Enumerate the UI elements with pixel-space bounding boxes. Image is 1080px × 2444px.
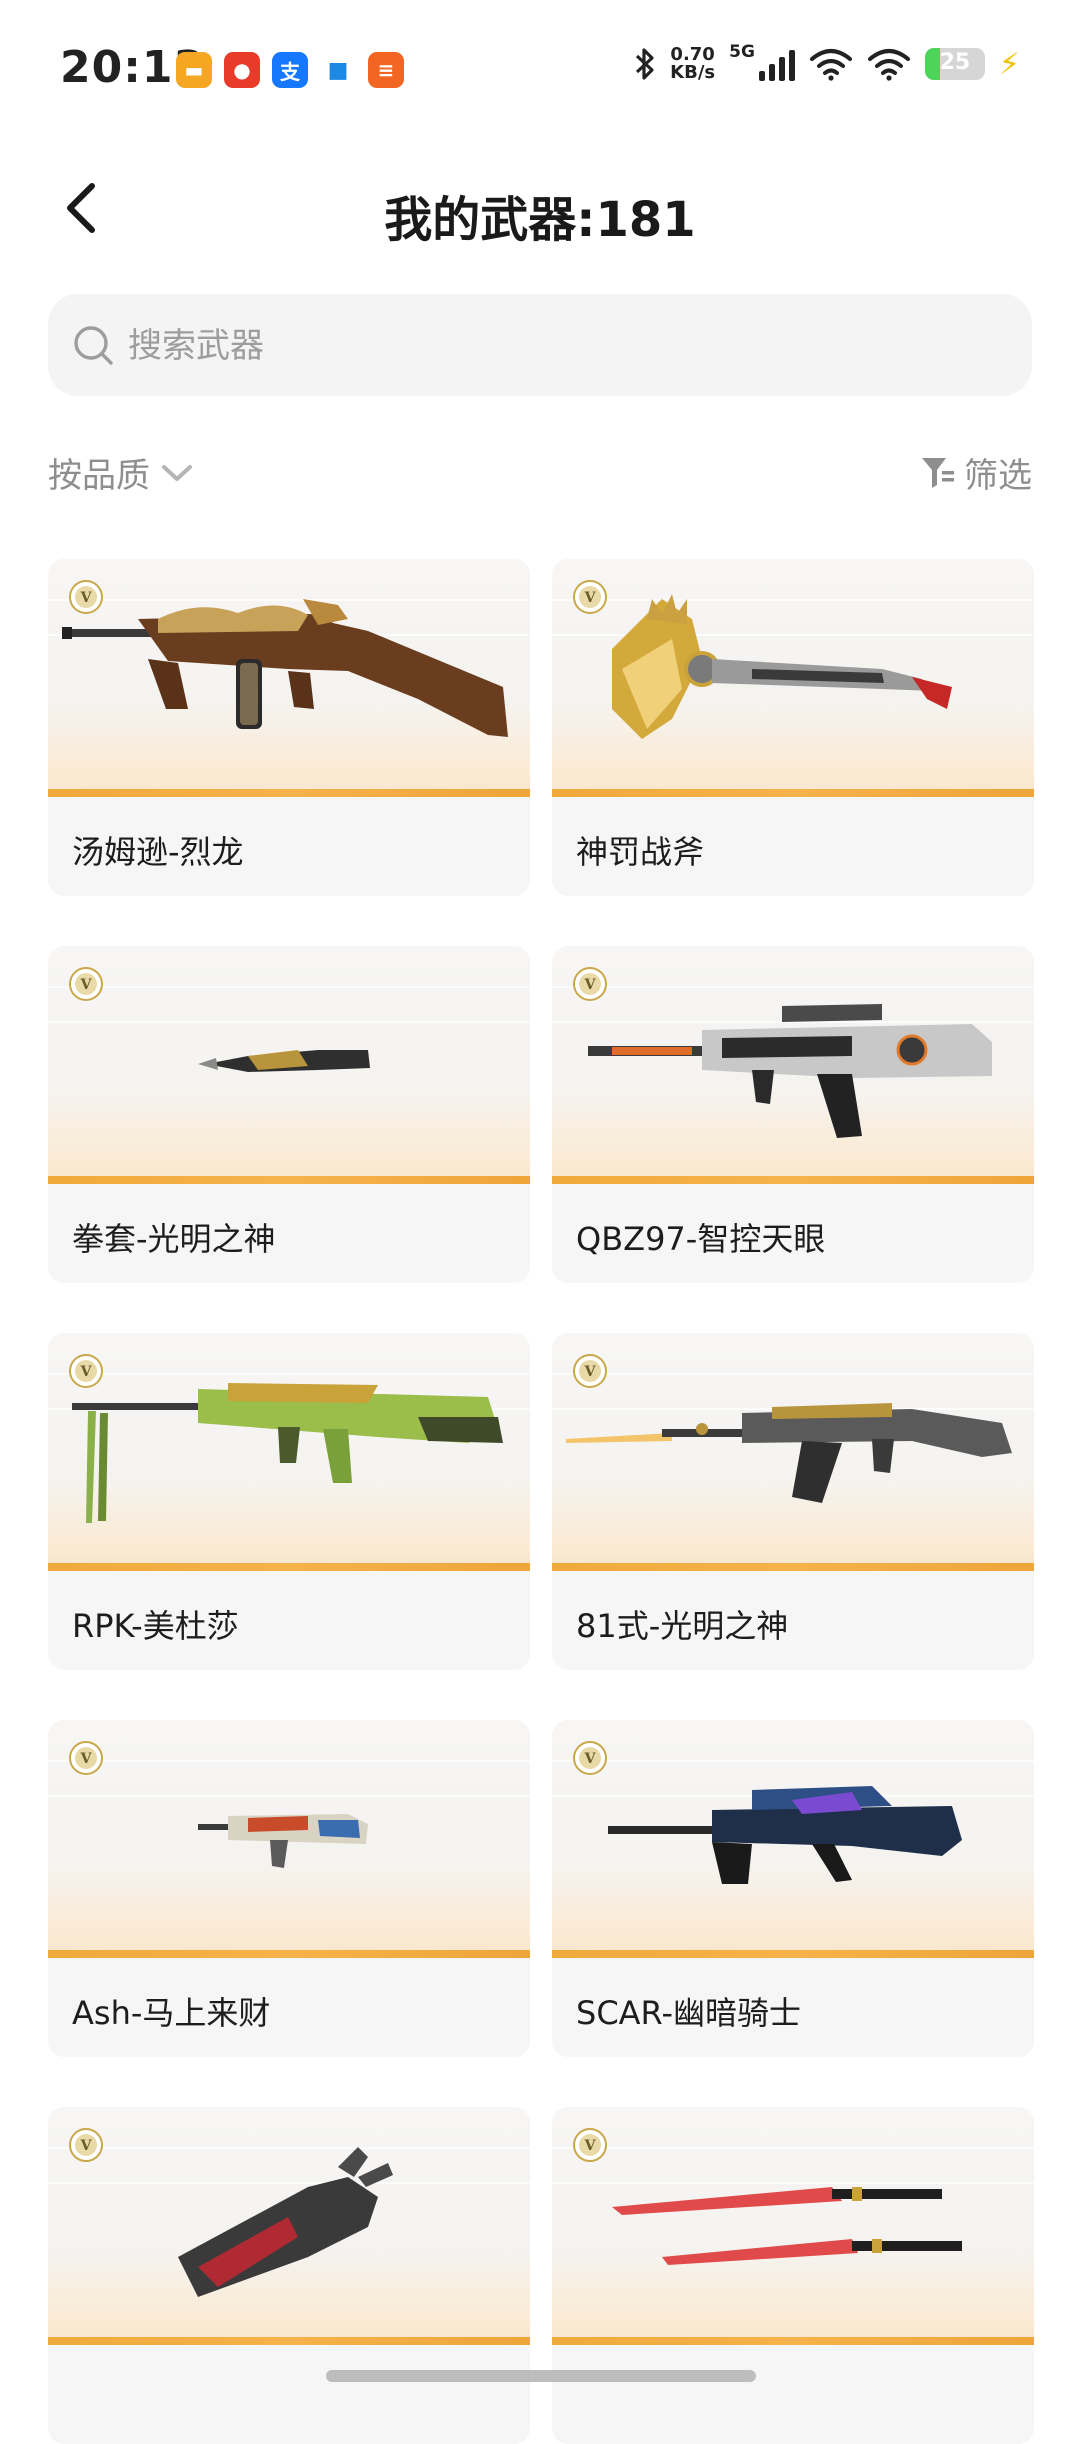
v-medal-icon: V xyxy=(69,1741,103,1775)
v-medal-icon: V xyxy=(573,1354,607,1388)
wifi-icon xyxy=(867,49,910,81)
search-icon xyxy=(74,326,113,365)
battery-icon: 25 xyxy=(924,48,985,80)
bluetooth-icon xyxy=(636,48,654,80)
tier-badge-label: V xyxy=(584,977,597,993)
notification-app-icon: ● xyxy=(224,52,260,88)
cell-signal-icon xyxy=(758,47,795,81)
sort-label: 按品质 xyxy=(48,456,150,496)
notification-icons: ▬ ● 支 ■ ≡ xyxy=(176,52,404,88)
weapon-card-art: V xyxy=(552,2107,1034,2345)
tier-badge-label: V xyxy=(80,2138,93,2154)
v-medal-icon: V xyxy=(573,1741,607,1775)
v-medal-icon: V xyxy=(573,2128,607,2162)
tier-badge-label: V xyxy=(80,1751,93,1767)
weapon-card[interactable]: V 神罚战斧 xyxy=(552,559,1034,896)
scar-weapon-image xyxy=(608,1786,962,1884)
weapon-card[interactable]: V 汤姆逊-烈龙 xyxy=(48,559,530,896)
ash-weapon-image xyxy=(198,1814,368,1868)
search-input[interactable] xyxy=(126,312,1010,380)
gauntlet-weapon-image xyxy=(178,2147,393,2297)
weapon-card[interactable]: V xyxy=(552,2107,1034,2444)
weapon-card-art: V xyxy=(552,559,1034,797)
weapon-name: SCAR-幽暗骑士 xyxy=(576,1994,802,2032)
notification-app-icon: ▬ xyxy=(176,52,212,88)
filter-funnel-icon xyxy=(922,457,954,488)
weapon-name: 81式-光明之神 xyxy=(576,1607,789,1645)
status-indicators: 0.70 KB/s 5G 25 ⚡ xyxy=(634,42,1020,82)
weapon-card-art: V xyxy=(48,559,530,797)
chevron-down-icon xyxy=(162,464,192,481)
weapon-card-art: V xyxy=(48,1720,530,1958)
v-medal-icon: V xyxy=(69,967,103,1001)
weapon-card-art: V xyxy=(552,1333,1034,1571)
network-speed-unit: KB/s xyxy=(670,62,716,83)
battery-level: 25 xyxy=(939,50,971,75)
notification-app-icon: ≡ xyxy=(368,52,404,88)
weapon-card[interactable]: V RPK-美杜莎 xyxy=(48,1333,530,1670)
page-title: 我的武器:181 xyxy=(384,192,696,248)
chat-bubble-icon: ■ xyxy=(320,52,356,88)
v-medal-icon: V xyxy=(69,580,103,614)
weapon-name: RPK-美杜莎 xyxy=(72,1607,239,1645)
weapon-card-art: V xyxy=(552,946,1034,1184)
weapon-name: Ash-马上来财 xyxy=(72,1994,271,2032)
weapon-name: 汤姆逊-烈龙 xyxy=(72,833,244,871)
sort-by-quality-dropdown[interactable]: 按品质 xyxy=(48,448,194,497)
alipay-icon: 支 xyxy=(272,52,308,88)
weapon-card[interactable]: V QBZ97-智控天眼 xyxy=(552,946,1034,1283)
weapon-card[interactable]: V Ash-马上来财 xyxy=(48,1720,530,2057)
weapon-grid: V 汤姆逊-烈龙 V 神罚战斧 V 拳套-光明之神 V QBZ97-智控天眼 V… xyxy=(48,559,1034,2444)
weapon-card-art: V xyxy=(48,1333,530,1571)
rpk-medusa-weapon-image xyxy=(72,1383,503,1523)
dual-blades-weapon-image xyxy=(612,2187,962,2265)
weapon-card[interactable]: V 拳套-光明之神 xyxy=(48,946,530,1283)
wifi-icon xyxy=(809,49,852,81)
charging-icon: ⚡ xyxy=(998,46,1020,82)
weapon-card[interactable]: V SCAR-幽暗骑士 xyxy=(552,1720,1034,2057)
home-indicator[interactable] xyxy=(326,2370,756,2382)
type81-weapon-image xyxy=(566,1403,1012,1503)
weapon-card-art: V xyxy=(48,2107,530,2345)
weapon-card-art: V xyxy=(48,946,530,1184)
v-medal-icon: V xyxy=(69,2128,103,2162)
tier-badge-label: V xyxy=(80,1364,93,1380)
qbz97-weapon-image xyxy=(588,1004,992,1138)
weapon-card[interactable]: V 81式-光明之神 xyxy=(552,1333,1034,1670)
thompson-dragon-weapon-image xyxy=(62,599,508,737)
weapon-name: 神罚战斧 xyxy=(576,833,705,871)
tier-badge-label: V xyxy=(80,590,93,606)
fist-glove-weapon-image xyxy=(198,1050,370,1072)
v-medal-icon: V xyxy=(573,580,607,614)
status-bar: 20:13 ▬ ● 支 ■ ≡ 0.70 KB/s 5G 25 ⚡ xyxy=(0,0,1080,140)
filter-button[interactable]: 筛选 xyxy=(920,448,1032,497)
tier-badge-label: V xyxy=(584,2138,597,2154)
tier-badge-label: V xyxy=(584,1364,597,1380)
network-speed: 0.70 KB/s xyxy=(670,46,715,82)
weapon-name: QBZ97-智控天眼 xyxy=(576,1220,826,1258)
weapon-card[interactable]: V xyxy=(48,2107,530,2444)
v-medal-icon: V xyxy=(573,967,607,1001)
v-medal-icon: V xyxy=(69,1354,103,1388)
search-bar[interactable] xyxy=(48,294,1032,396)
tier-badge-label: V xyxy=(584,1751,597,1767)
weapon-card-art: V xyxy=(552,1720,1034,1958)
tier-badge-label: V xyxy=(80,977,93,993)
divine-axe-weapon-image xyxy=(612,594,952,739)
filter-label: 筛选 xyxy=(964,456,1032,496)
network-type: 5G xyxy=(729,42,755,62)
tier-badge-label: V xyxy=(584,590,597,606)
weapon-name: 拳套-光明之神 xyxy=(72,1220,276,1258)
